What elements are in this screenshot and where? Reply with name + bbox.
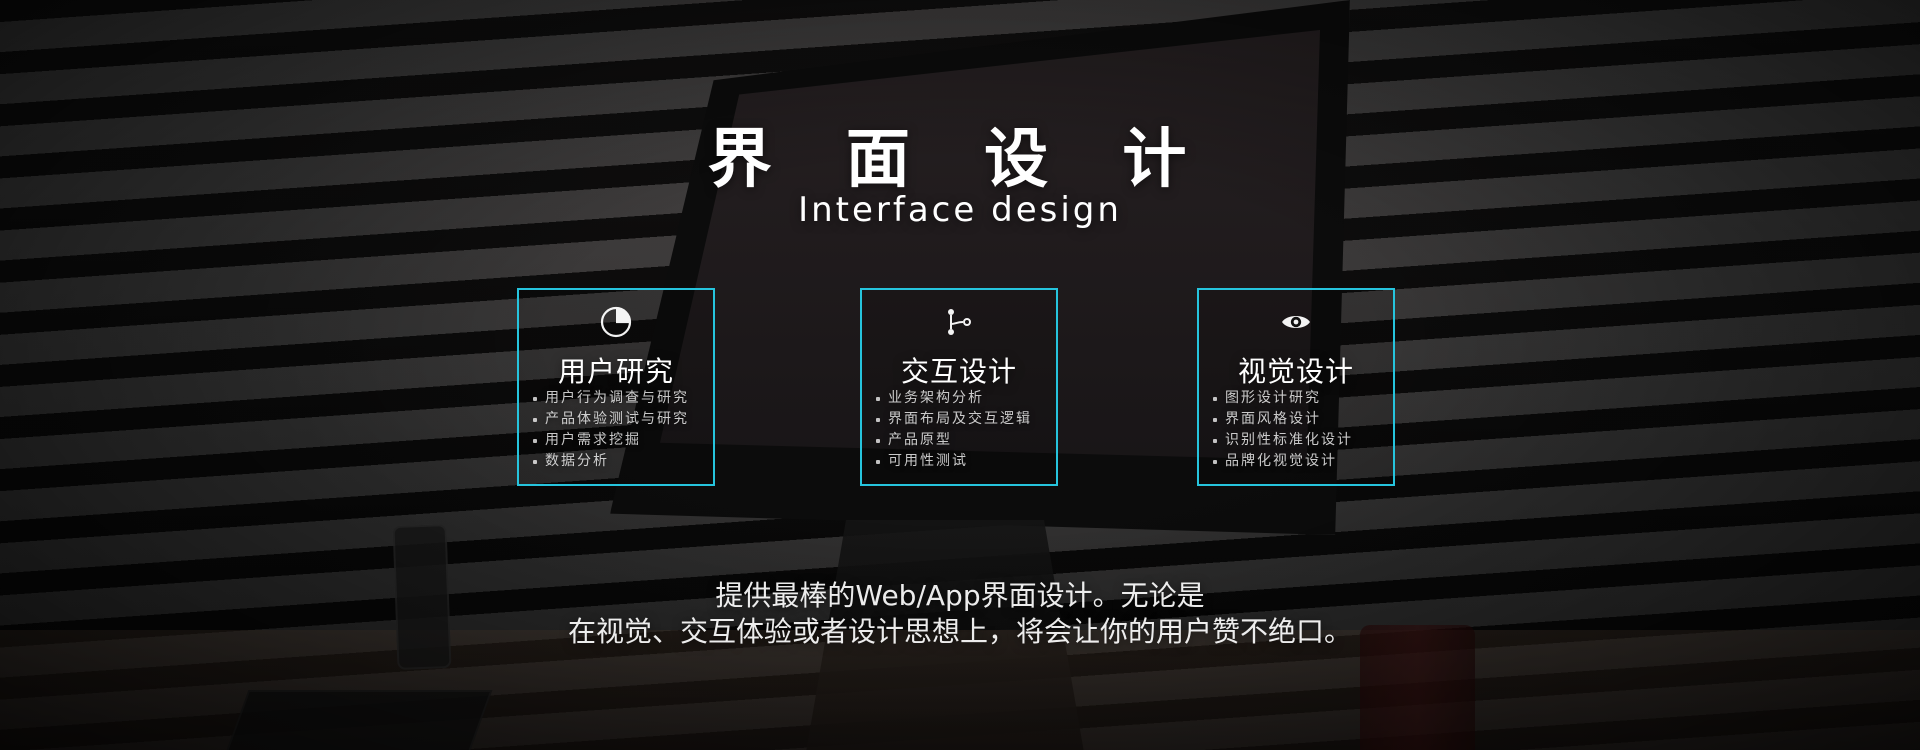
service-card-visual-design: 视觉设计 图形设计研究 界面风格设计 识别性标准化设计 品牌化视觉设计 [1197,288,1395,486]
content: 界 面 设 计 Interface design 用户研究 用户行为调查与研究 … [0,0,1920,750]
card-title: 视觉设计 [1237,355,1354,388]
card-title: 交互设计 [900,355,1017,388]
card-item: 数据分析 [533,451,709,472]
service-card-user-research: 用户研究 用户行为调查与研究 产品体验测试与研究 用户需求挖掘 数据分析 [517,288,715,486]
card-item: 品牌化视觉设计 [1213,451,1389,472]
service-card-interaction-design: 交互设计 业务架构分析 界面布局及交互逻辑 产品原型 可用性测试 [860,288,1058,486]
card-items: 用户行为调查与研究 产品体验测试与研究 用户需求挖掘 数据分析 [533,388,709,472]
card-item: 界面风格设计 [1213,409,1389,430]
page-subtitle: Interface design [798,190,1122,230]
eye-icon [1282,316,1310,328]
card-title: 用户研究 [557,355,674,388]
card-item: 图形设计研究 [1213,388,1389,409]
footer-line-2: 在视觉、交互体验或者设计思想上，将会让你的用户赞不绝口。 [567,615,1352,648]
card-item: 用户需求挖掘 [533,430,709,451]
pie-chart-icon [600,306,632,338]
page-title: 界 面 设 计 [707,123,1213,197]
card-item: 产品体验测试与研究 [533,409,709,430]
card-item: 可用性测试 [876,451,1052,472]
card-items: 图形设计研究 界面风格设计 识别性标准化设计 品牌化视觉设计 [1213,388,1389,472]
footer-line-1: 提供最棒的Web/App界面设计。无论是 [715,579,1205,612]
card-item: 产品原型 [876,430,1052,451]
card-item: 业务架构分析 [876,388,1052,409]
card-item: 识别性标准化设计 [1213,430,1389,451]
card-items: 业务架构分析 界面布局及交互逻辑 产品原型 可用性测试 [876,388,1052,472]
card-item: 界面布局及交互逻辑 [876,409,1052,430]
flow-icon [948,309,971,335]
footer-tagline: 提供最棒的Web/App界面设计。无论是 在视觉、交互体验或者设计思想上，将会让… [0,578,1920,650]
card-item: 用户行为调查与研究 [533,388,709,409]
